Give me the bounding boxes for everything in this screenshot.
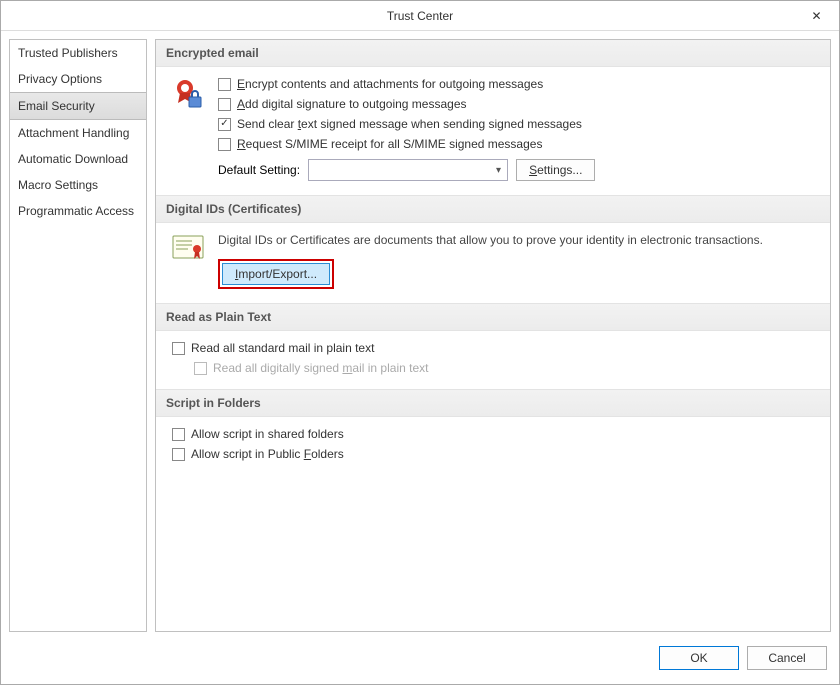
- section-body-encrypted-email: Encrypt contents and attachments for out…: [156, 67, 830, 195]
- checkbox-encrypt-contents[interactable]: Encrypt contents and attachments for out…: [218, 77, 814, 91]
- section-body-read-as-plain-text: Read all standard mail in plain text Rea…: [156, 331, 830, 389]
- highlight-box: Import/Export...: [218, 259, 334, 289]
- checkbox-label: Read all digitally signed mail in plain …: [213, 361, 428, 375]
- checkbox-label: Read all standard mail in plain text: [191, 341, 374, 355]
- checkbox-icon: [218, 118, 231, 131]
- titlebar: Trust Center ✕: [1, 1, 839, 31]
- section-body-digital-ids: Digital IDs or Certificates are document…: [156, 223, 830, 303]
- close-icon: ✕: [811, 9, 821, 23]
- cancel-button[interactable]: Cancel: [747, 646, 827, 670]
- checkbox-add-digital-signature[interactable]: Add digital signature to outgoing messag…: [218, 97, 814, 111]
- sidebar: Trusted Publishers Privacy Options Email…: [9, 39, 147, 632]
- section-header-read-as-plain-text: Read as Plain Text: [156, 303, 830, 331]
- section-header-encrypted-email: Encrypted email: [156, 40, 830, 67]
- checkbox-read-standard-plain[interactable]: Read all standard mail in plain text: [172, 341, 814, 355]
- checkbox-label: Send clear text signed message when send…: [237, 117, 582, 131]
- checkbox-label: Request S/MIME receipt for all S/MIME si…: [237, 137, 542, 151]
- main-panel: Encrypted email Encrypt contents and att…: [155, 39, 831, 632]
- default-setting-dropdown[interactable]: ▾: [308, 159, 508, 181]
- settings-button[interactable]: Settings...: [516, 159, 595, 181]
- sidebar-item-automatic-download[interactable]: Automatic Download: [10, 146, 146, 172]
- ok-button[interactable]: OK: [659, 646, 739, 670]
- content-area: Trusted Publishers Privacy Options Email…: [1, 31, 839, 640]
- section-header-digital-ids: Digital IDs (Certificates): [156, 195, 830, 223]
- window-title: Trust Center: [387, 9, 453, 23]
- checkbox-icon: [194, 362, 207, 375]
- checkbox-read-signed-plain: Read all digitally signed mail in plain …: [194, 361, 814, 375]
- checkbox-label: Allow script in Public Folders: [191, 447, 344, 461]
- sidebar-item-programmatic-access[interactable]: Programmatic Access: [10, 198, 146, 224]
- checkbox-allow-script-public[interactable]: Allow script in Public Folders: [172, 447, 814, 461]
- checkbox-allow-script-shared[interactable]: Allow script in shared folders: [172, 427, 814, 441]
- default-setting-label: Default Setting:: [218, 163, 300, 177]
- sidebar-item-email-security[interactable]: Email Security: [10, 92, 146, 120]
- digital-ids-description: Digital IDs or Certificates are document…: [218, 233, 814, 247]
- import-export-button[interactable]: Import/Export...: [222, 263, 330, 285]
- checkbox-icon: [172, 428, 185, 441]
- checkbox-icon: [172, 342, 185, 355]
- checkbox-request-smime-receipt[interactable]: Request S/MIME receipt for all S/MIME si…: [218, 137, 814, 151]
- section-header-script-in-folders: Script in Folders: [156, 389, 830, 417]
- sidebar-item-trusted-publishers[interactable]: Trusted Publishers: [10, 40, 146, 66]
- checkbox-label: Encrypt contents and attachments for out…: [237, 77, 543, 91]
- checkbox-label: Add digital signature to outgoing messag…: [237, 97, 467, 111]
- checkbox-icon: [218, 78, 231, 91]
- sidebar-item-macro-settings[interactable]: Macro Settings: [10, 172, 146, 198]
- checkbox-icon: [218, 138, 231, 151]
- ribbon-lock-icon: [172, 77, 204, 181]
- checkbox-label: Allow script in shared folders: [191, 427, 344, 441]
- section-body-script-in-folders: Allow script in shared folders Allow scr…: [156, 417, 830, 475]
- sidebar-item-privacy-options[interactable]: Privacy Options: [10, 66, 146, 92]
- checkbox-icon: [172, 448, 185, 461]
- checkbox-icon: [218, 98, 231, 111]
- certificate-icon: [172, 233, 204, 289]
- sidebar-item-attachment-handling[interactable]: Attachment Handling: [10, 120, 146, 146]
- close-button[interactable]: ✕: [794, 1, 839, 31]
- dialog-footer: OK Cancel: [1, 640, 839, 684]
- chevron-down-icon: ▾: [496, 165, 501, 176]
- checkbox-send-clear-text[interactable]: Send clear text signed message when send…: [218, 117, 814, 131]
